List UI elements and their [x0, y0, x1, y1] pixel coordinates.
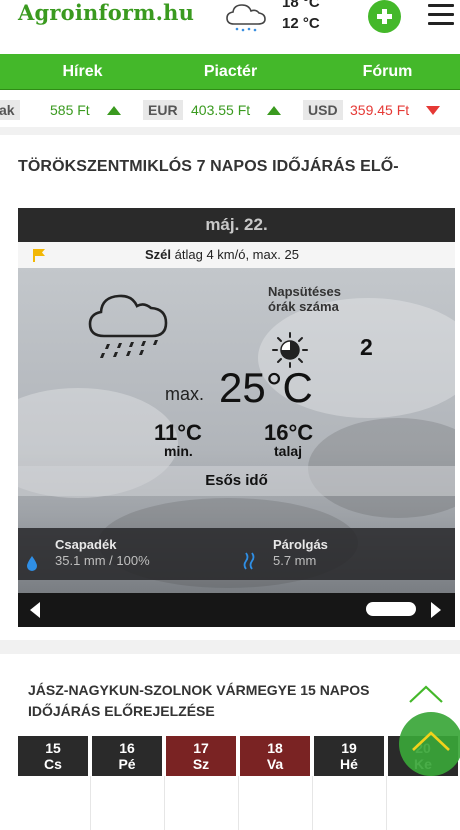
- ticker-value: 403.55 Ft: [191, 102, 251, 118]
- day-tabs: 15 Cs 16 Pé 17 Sz 18 Va 19 Hé 20 Ke: [18, 736, 460, 776]
- trend-up-icon: [267, 106, 281, 115]
- ticker-currency: ak: [0, 100, 20, 120]
- flag-icon: [33, 249, 45, 262]
- arrow-left-icon[interactable]: [30, 602, 40, 618]
- price-ticker: ak 585 Ft EUR 403.55 Ft USD 359.45 Ft: [0, 95, 460, 125]
- forecast-date: máj. 22.: [18, 208, 455, 242]
- main-nav: Hírek Piactér Fórum: [0, 54, 460, 90]
- precipitation-row: Csapadék 35.1 mm / 100% Párolgás 5.7 mm: [18, 528, 455, 580]
- divider: [0, 640, 460, 654]
- evaporation-icon: [243, 552, 255, 570]
- day-slider: [18, 593, 455, 627]
- chevron-up-icon: [412, 731, 450, 751]
- forecast-card: máj. 22. Szél átlag 4 km/ó, max. 25 Naps…: [18, 208, 455, 628]
- evap-title: Párolgás: [273, 537, 328, 552]
- trend-up-icon: [107, 106, 121, 115]
- max-temperature: 25°C: [219, 364, 313, 411]
- min-label: min.: [164, 443, 193, 459]
- header-temperature: 18 °C 12 °C: [282, 0, 320, 34]
- site-logo[interactable]: Agroinform.hu: [18, 0, 194, 25]
- nav-item-forum[interactable]: Fórum: [335, 54, 440, 90]
- chevron-up-icon[interactable]: [406, 682, 446, 706]
- water-drop-icon: [27, 556, 37, 571]
- precip-value: 35.1 mm / 100%: [55, 553, 150, 568]
- ticker-currency: EUR: [143, 100, 183, 120]
- app-header: Agroinform.hu 18 °C 12 °C: [0, 0, 460, 45]
- day-tab[interactable]: 16 Pé: [92, 736, 162, 776]
- trend-down-icon: [426, 106, 440, 115]
- nav-item-hirek[interactable]: Hírek: [30, 54, 135, 90]
- wind-row: Szél átlag 4 km/ó, max. 25: [18, 242, 455, 268]
- weather-description: Esős idő: [18, 466, 455, 496]
- weather-panel: Napsütéses órák száma 2 max. 25°C 11°C m…: [18, 268, 455, 598]
- ticker-value: 359.45 Ft: [350, 102, 410, 118]
- precip-title: Csapadék: [55, 537, 117, 552]
- slider-indicator[interactable]: [366, 602, 416, 616]
- divider: [0, 127, 460, 135]
- evap-value: 5.7 mm: [273, 553, 317, 568]
- day-grid: [18, 776, 460, 830]
- wind-label: Szél: [145, 247, 172, 262]
- arrow-right-icon[interactable]: [431, 602, 441, 618]
- soil-label: talaj: [274, 443, 303, 459]
- nav-item-piacter[interactable]: Piactér: [178, 54, 283, 90]
- day-tab[interactable]: 18 Va: [240, 736, 310, 776]
- partial-sun-icon: [272, 332, 308, 368]
- day-tab[interactable]: 17 Sz: [166, 736, 236, 776]
- add-button[interactable]: [368, 0, 401, 33]
- day-tab[interactable]: 15 Cs: [18, 736, 88, 776]
- header-temp-low: 12 °C: [282, 15, 320, 32]
- hamburger-icon[interactable]: [428, 4, 454, 26]
- scroll-top-button[interactable]: [399, 712, 460, 776]
- sun-hours-value: 2: [360, 334, 373, 360]
- max-label: max.: [165, 384, 205, 404]
- cloud-rain-icon: [226, 4, 266, 32]
- forecast7-title: TÖRÖKSZENTMIKLÓS 7 NAPOS IDŐJÁRÁS ELŐ-: [18, 158, 399, 175]
- forecast15-title: JÁSZ-NAGYKUN-SZOLNOK VÁRMEGYE 15 NAPOS I…: [28, 682, 370, 719]
- ticker-value: 585 Ft: [50, 102, 90, 118]
- sun-hours-label: Napsütéses órák száma: [268, 284, 341, 314]
- rain-cloud-icon: [88, 294, 168, 358]
- header-temp-high: 18 °C: [282, 0, 320, 11]
- ticker-currency: USD: [303, 100, 343, 120]
- day-tab[interactable]: 19 Hé: [314, 736, 384, 776]
- wind-value: átlag 4 km/ó, max. 25: [174, 247, 299, 262]
